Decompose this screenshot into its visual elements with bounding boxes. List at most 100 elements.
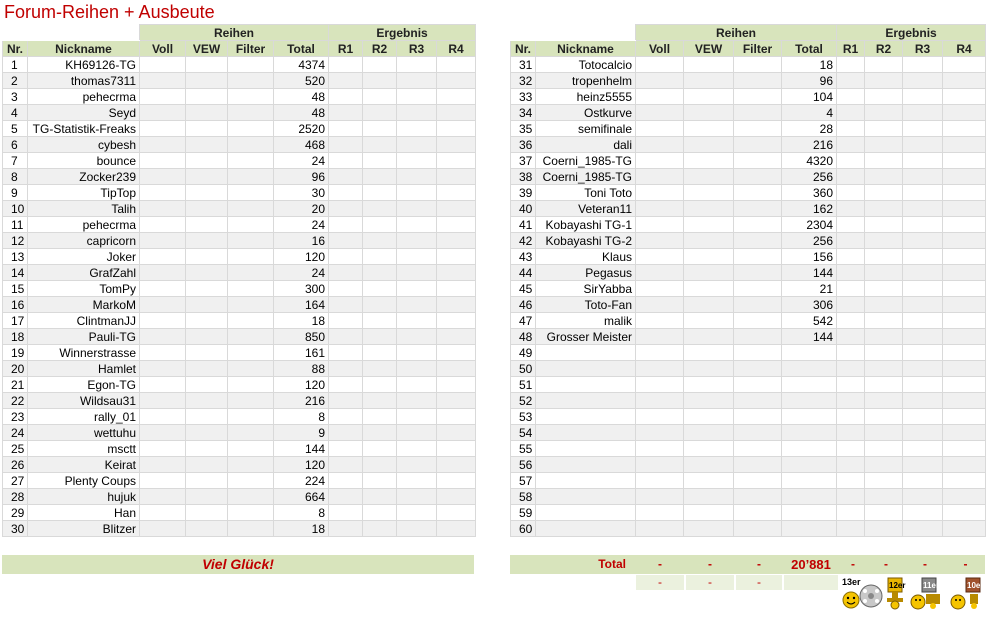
row-filter (227, 328, 274, 345)
row-vew (185, 344, 228, 361)
row-total: 224 (272, 472, 330, 489)
table-row: 39 Toni Toto 360 (510, 184, 987, 201)
row-r1 (836, 88, 866, 105)
table-row: 14 GrafZahl 24 (2, 264, 477, 281)
sub-vew: - (686, 575, 734, 590)
row-r2 (864, 328, 904, 345)
row-filter (733, 152, 782, 169)
row-r4 (942, 472, 987, 489)
footer-r3: - (906, 555, 944, 574)
vew-header: VEW (185, 40, 228, 57)
row-r1 (328, 232, 364, 249)
row-total: 120 (272, 456, 330, 473)
row-total: 18 (780, 56, 838, 73)
row-voll (635, 200, 684, 217)
row-filter (227, 472, 274, 489)
row-vew (683, 520, 734, 537)
row-vew (683, 232, 734, 249)
row-r2 (362, 360, 398, 377)
row-total: 18 (272, 312, 330, 329)
filter-header-right: Filter (733, 40, 782, 57)
row-filter (227, 232, 274, 249)
row-filter (227, 248, 274, 265)
row-nickname (535, 456, 636, 473)
row-nickname: malik (535, 312, 636, 329)
table-row: 7 bounce 24 (2, 152, 477, 169)
row-number: 10 (2, 200, 28, 217)
footer-r1: - (840, 555, 866, 574)
row-filter (733, 360, 782, 377)
row-vew (683, 344, 734, 361)
footer-r2: - (868, 555, 904, 574)
row-r1 (328, 488, 364, 505)
table-row: 4 Seyd 48 (2, 104, 477, 121)
row-vew (185, 56, 228, 73)
table-row: 52 (510, 392, 987, 409)
row-r1 (328, 56, 364, 73)
table-row: 1 KH69126-TG 4374 (2, 56, 477, 73)
row-r1 (836, 360, 866, 377)
row-r2 (864, 232, 904, 249)
row-total (780, 408, 838, 425)
row-r2 (362, 120, 398, 137)
row-r1 (836, 120, 866, 137)
row-r4 (436, 424, 477, 441)
row-nickname: Winnerstrasse (27, 344, 140, 361)
row-number: 17 (2, 312, 28, 329)
row-r1 (836, 152, 866, 169)
table-row: 43 Klaus 156 (510, 248, 987, 265)
total-header-right: Total (780, 40, 838, 57)
row-r2 (362, 200, 398, 217)
row-vew (185, 408, 228, 425)
row-r2 (864, 168, 904, 185)
row-r3 (396, 168, 438, 185)
row-vew (185, 280, 228, 297)
row-r2 (864, 56, 904, 73)
row-filter (227, 56, 274, 73)
row-number: 16 (2, 296, 28, 313)
page-title: Forum-Reihen + Ausbeute (4, 2, 215, 22)
table-row: 53 (510, 408, 987, 425)
row-r3 (396, 264, 438, 281)
voll-header-right: Voll (635, 40, 684, 57)
table-row: 26 Keirat 120 (2, 456, 477, 473)
row-total: 28 (780, 120, 838, 137)
row-r2 (362, 184, 398, 201)
row-nickname: bounce (27, 152, 140, 169)
row-number: 54 (510, 424, 536, 441)
row-vew (683, 376, 734, 393)
nickname-header: Nickname (27, 40, 140, 57)
row-voll (635, 88, 684, 105)
twelve-badge-icon: 12er (880, 576, 910, 610)
row-total: 88 (272, 360, 330, 377)
row-number: 43 (510, 248, 536, 265)
row-r2 (362, 424, 398, 441)
row-r3 (396, 376, 438, 393)
row-r4 (436, 392, 477, 409)
row-r4 (942, 360, 987, 377)
row-voll (139, 488, 186, 505)
footer-total-label: Total (510, 555, 634, 574)
row-filter (227, 408, 274, 425)
row-number: 21 (2, 376, 28, 393)
row-number: 20 (2, 360, 28, 377)
row-r4 (942, 312, 987, 329)
row-r3 (902, 296, 944, 313)
table-row: 6 cybesh 468 (2, 136, 477, 153)
row-vew (683, 216, 734, 233)
r3-header-right: R3 (902, 40, 944, 57)
row-vew (185, 120, 228, 137)
row-r4 (942, 504, 987, 521)
row-voll (139, 504, 186, 521)
row-r1 (328, 440, 364, 457)
row-number: 27 (2, 472, 28, 489)
row-total: 16 (272, 232, 330, 249)
row-number: 49 (510, 344, 536, 361)
sub-filter: - (736, 575, 782, 590)
row-total: 96 (780, 72, 838, 89)
table-row: 42 Kobayashi TG-2 256 (510, 232, 987, 249)
row-filter (227, 392, 274, 409)
row-r4 (942, 184, 987, 201)
row-r4 (942, 280, 987, 297)
row-number: 33 (510, 88, 536, 105)
